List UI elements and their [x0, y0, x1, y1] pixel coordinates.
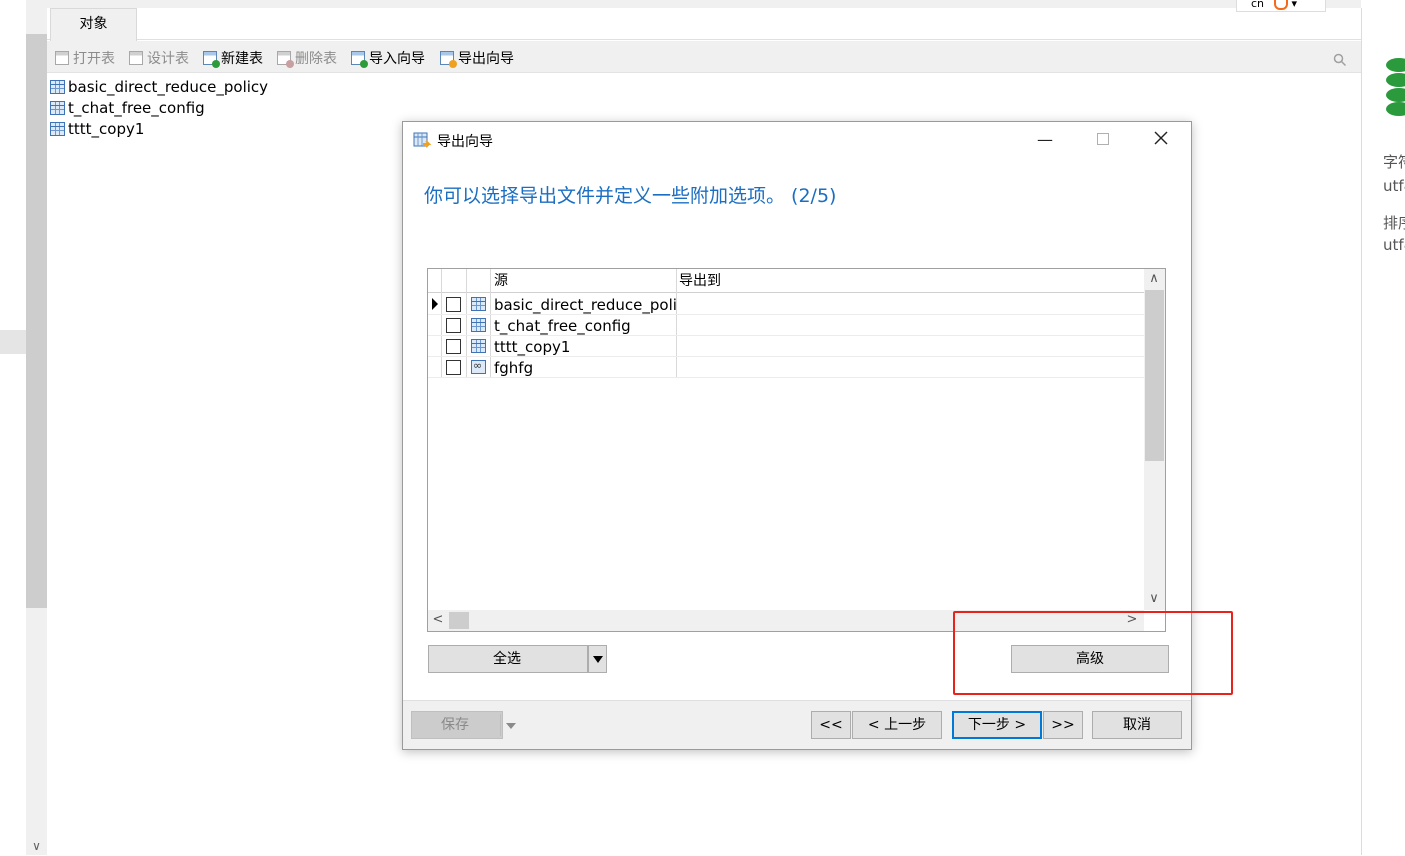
- delete-table-button[interactable]: 删除表: [277, 49, 337, 69]
- top-chip[interactable]: cn ▾: [1236, 0, 1326, 12]
- object-info-panel: [1362, 0, 1405, 855]
- view-icon: [471, 359, 486, 378]
- dialog-title-bar[interactable]: 导出向导 —: [403, 122, 1191, 158]
- row-checkbox[interactable]: [446, 297, 461, 312]
- grid-header: 源 导出到: [428, 269, 1144, 293]
- minimize-icon[interactable]: —: [1016, 122, 1074, 158]
- top-band: [26, 0, 1361, 8]
- brand-icon: [1274, 0, 1289, 10]
- tab-bar: [47, 8, 1361, 40]
- table-icon: [471, 318, 489, 334]
- object-item[interactable]: tttt_copy1: [50, 119, 144, 139]
- row-checkbox[interactable]: [446, 360, 461, 375]
- collation-value: utf8: [1383, 236, 1405, 254]
- table-row[interactable]: t_chat_free_config: [428, 315, 1144, 336]
- design-table-label: 设计表: [147, 51, 189, 67]
- save-label: 保存: [441, 717, 469, 733]
- table-icon: [50, 80, 65, 94]
- object-list-scrollbar[interactable]: ∨: [26, 8, 47, 855]
- highlight-annotation: [953, 611, 1233, 695]
- object-item[interactable]: basic_direct_reduce_policy: [50, 77, 268, 97]
- new-table-button[interactable]: 新建表: [203, 49, 263, 69]
- left-edge-marker: [0, 330, 26, 354]
- left-edge-panel: [0, 0, 26, 855]
- first-step-button[interactable]: <<: [811, 711, 851, 739]
- scrollbar-thumb[interactable]: [26, 34, 47, 608]
- select-all-dropdown[interactable]: [588, 645, 607, 673]
- scrollbar-thumb[interactable]: [449, 612, 469, 629]
- maximize-icon[interactable]: [1074, 122, 1132, 158]
- cancel-button[interactable]: 取消: [1092, 711, 1182, 739]
- grid-vertical-scrollbar[interactable]: ∧ ∨: [1144, 269, 1165, 610]
- table-icon: [50, 101, 65, 115]
- scroll-left-icon[interactable]: <: [428, 610, 448, 630]
- design-table-button[interactable]: 设计表: [129, 49, 189, 69]
- import-wizard-icon: [351, 51, 368, 68]
- select-all-button[interactable]: 全选: [428, 645, 607, 673]
- scroll-down-icon[interactable]: ∨: [26, 836, 47, 856]
- dialog-title: 导出向导: [437, 134, 493, 150]
- chevron-down-icon: [506, 723, 516, 729]
- new-table-label: 新建表: [221, 51, 263, 67]
- scroll-up-icon[interactable]: ∧: [1144, 269, 1164, 289]
- next-step-button[interactable]: 下一步 >: [952, 711, 1042, 739]
- object-item-label: t_chat_free_config: [68, 99, 205, 117]
- object-item-label: tttt_copy1: [68, 120, 145, 138]
- export-wizard-icon: [413, 132, 432, 154]
- delete-table-icon: [277, 51, 294, 68]
- close-icon[interactable]: [1132, 122, 1190, 158]
- dialog-footer: 保存 << < 上一步 下一步 > >> 取消: [403, 700, 1191, 749]
- charset-label: 字符: [1383, 153, 1405, 171]
- table-icon: [471, 297, 489, 313]
- table-row[interactable]: fghfg: [428, 357, 1144, 378]
- table-row[interactable]: tttt_copy1: [428, 336, 1144, 357]
- new-table-icon: [203, 51, 220, 68]
- open-table-label: 打开表: [73, 51, 115, 67]
- chevron-down-icon: [593, 656, 603, 663]
- database-icon: [1386, 58, 1405, 118]
- search-icon[interactable]: [1333, 53, 1347, 71]
- tab-objects[interactable]: 对象: [50, 8, 137, 41]
- wizard-step-heading: 你可以选择导出文件并定义一些附加选项。 (2/5): [424, 185, 837, 207]
- select-all-label: 全选: [493, 651, 521, 667]
- object-toolbar: 打开表 设计表 新建表 删除表 导入向导 导出向导: [47, 41, 1361, 73]
- previous-step-button[interactable]: < 上一步: [852, 711, 942, 739]
- scroll-down-icon[interactable]: ∨: [1144, 589, 1164, 609]
- last-step-button[interactable]: >>: [1043, 711, 1083, 739]
- export-objects-grid: 源 导出到 basic_direct_reduce_policy t_chat_…: [427, 268, 1166, 632]
- row-checkbox[interactable]: [446, 339, 461, 354]
- export-wizard-label: 导出向导: [458, 51, 514, 67]
- column-header-export-to[interactable]: 导出到: [679, 271, 721, 291]
- object-item-label: basic_direct_reduce_policy: [68, 78, 269, 96]
- charset-value: utf8: [1383, 177, 1405, 195]
- delete-table-label: 删除表: [295, 51, 337, 67]
- table-row[interactable]: basic_direct_reduce_policy: [428, 294, 1144, 315]
- open-table-button[interactable]: 打开表: [55, 49, 115, 69]
- scrollbar-thumb[interactable]: [1145, 290, 1164, 461]
- current-row-indicator-icon: [432, 298, 438, 310]
- export-wizard-icon: [440, 51, 457, 68]
- import-wizard-button[interactable]: 导入向导: [351, 49, 425, 69]
- table-icon: [50, 122, 65, 136]
- row-source: fghfg: [494, 359, 534, 377]
- open-table-icon: [55, 51, 69, 65]
- object-item[interactable]: t_chat_free_config: [50, 98, 205, 118]
- collation-label: 排序: [1383, 214, 1405, 232]
- row-checkbox[interactable]: [446, 318, 461, 333]
- top-chip-label: cn: [1251, 0, 1265, 10]
- table-icon: [471, 339, 489, 355]
- column-header-source[interactable]: 源: [494, 271, 508, 291]
- save-button[interactable]: 保存: [411, 711, 516, 739]
- row-source: tttt_copy1: [494, 338, 571, 356]
- design-table-icon: [129, 51, 143, 65]
- row-source: basic_direct_reduce_policy: [494, 296, 676, 314]
- row-source: t_chat_free_config: [494, 317, 631, 335]
- import-wizard-label: 导入向导: [369, 51, 425, 67]
- export-wizard-button[interactable]: 导出向导: [440, 49, 514, 69]
